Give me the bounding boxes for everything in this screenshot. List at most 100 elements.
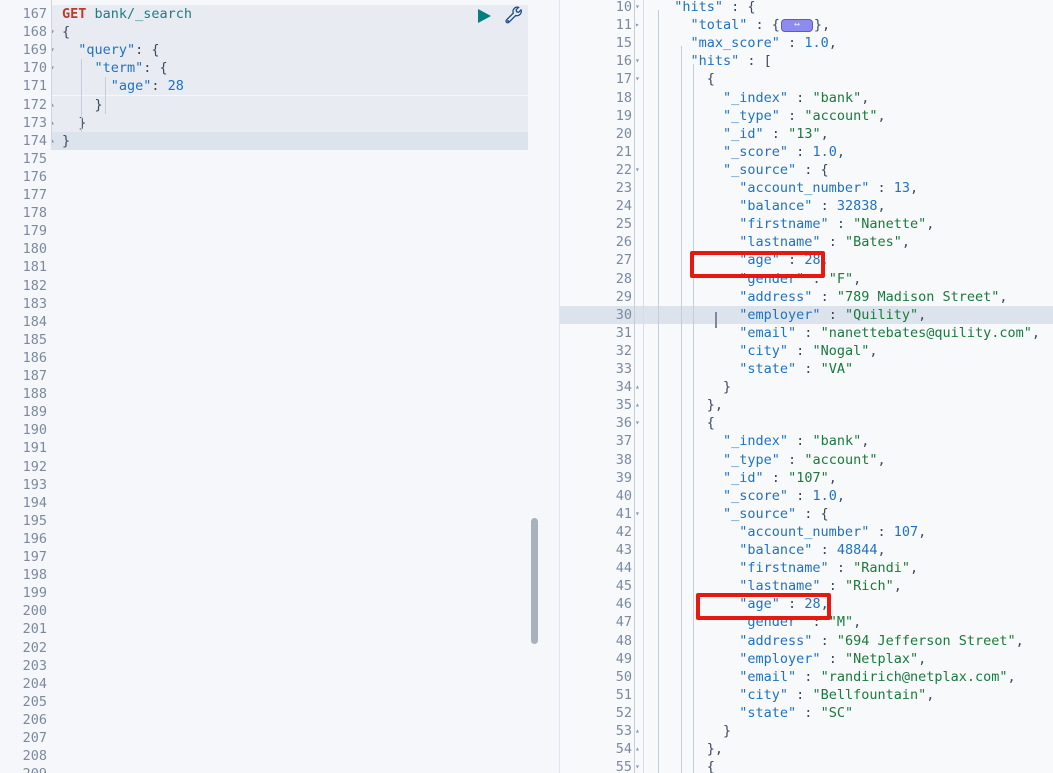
code-line-text[interactable]: "term": { <box>62 59 168 77</box>
code-line-text[interactable]: } <box>658 722 731 740</box>
play-triangle-icon[interactable] <box>474 6 494 26</box>
code-line-text[interactable]: "state" : "SC" <box>658 704 853 722</box>
code-line-text[interactable]: { <box>62 23 70 41</box>
code-line-text[interactable]: "_source" : { <box>658 505 829 523</box>
code-line-text[interactable]: "_score" : 1.0, <box>658 143 845 161</box>
code-line-text[interactable]: "_index" : "bank", <box>658 89 869 107</box>
code-line-text[interactable]: "_score" : 1.0, <box>658 487 845 505</box>
code-line-text[interactable]: "address" : "789 Madison Street", <box>658 288 1007 306</box>
code-line-text[interactable]: }, <box>658 396 723 414</box>
code-token: "max_score" <box>658 35 780 52</box>
editor-scrollbar-thumb[interactable] <box>531 518 538 644</box>
code-fold-toggle[interactable]: ▾ <box>635 414 640 432</box>
code-line-text[interactable]: GET bank/_search <box>62 5 192 23</box>
code-token: "_score" <box>658 143 789 160</box>
line-number: 24 <box>615 198 632 215</box>
response-code-area[interactable]: 10▾ "hits" : {11▸ "total" : {},15 "max_s… <box>560 0 1053 773</box>
line-number: 16 <box>615 53 632 70</box>
code-line-text[interactable]: "email" : "randirich@netplax.com", <box>658 668 1016 686</box>
code-line-text[interactable]: "account_number" : 13, <box>658 179 918 197</box>
editor-scrollbar-track[interactable] <box>528 0 542 773</box>
code-fold-toggle[interactable]: ▾ <box>635 758 640 773</box>
panel-splitter[interactable] <box>543 0 559 773</box>
code-fold-toggle[interactable]: ▴ <box>635 740 640 758</box>
code-line-text[interactable]: "gender" : "M", <box>658 613 861 631</box>
code-token: : <box>812 542 837 558</box>
code-token: "account_number" <box>658 180 870 196</box>
code-line-text[interactable]: } <box>62 114 86 132</box>
code-token: , <box>1007 668 1016 685</box>
code-line-text[interactable]: "age" : 28, <box>658 595 828 613</box>
line-number: 207 <box>22 730 47 746</box>
response-editor-panel[interactable]: 10▾ "hits" : {11▸ "total" : {},15 "max_s… <box>560 0 1053 773</box>
code-token: "Netplax" <box>844 650 919 667</box>
line-number: 28 <box>615 270 632 287</box>
code-line-text[interactable]: "total" : {}, <box>658 16 831 34</box>
code-line-text[interactable]: "employer" : "Quility", <box>658 306 926 324</box>
code-line-text[interactable]: "age" : 28, <box>658 251 828 269</box>
code-token: } <box>62 114 87 131</box>
code-fold-toggle[interactable]: ▸ <box>635 16 640 34</box>
line-number: 54 <box>615 741 632 758</box>
code-line-text[interactable]: "_index" : "bank", <box>658 432 869 450</box>
code-fold-toggle[interactable]: ▾ <box>635 505 640 523</box>
code-token: "_type" <box>658 107 780 124</box>
code-token: GET <box>62 6 95 22</box>
code-line-text[interactable]: { <box>658 758 715 773</box>
code-token: } <box>62 96 103 113</box>
code-line-text[interactable]: "state" : "VA" <box>658 360 853 378</box>
code-token: : <box>151 78 168 95</box>
code-line-text[interactable]: { <box>658 414 715 432</box>
code-token: "_source" <box>658 505 797 522</box>
code-line-text[interactable]: "address" : "694 Jefferson Street", <box>658 632 1024 650</box>
line-number: 45 <box>615 578 632 595</box>
code-token: : { <box>796 505 829 522</box>
code-line-text[interactable]: } <box>658 378 731 396</box>
code-fold-toggle[interactable]: ▾ <box>635 52 640 70</box>
code-line-text[interactable]: "max_score" : 1.0, <box>658 34 837 52</box>
code-line-text[interactable]: "gender" : "F", <box>658 270 861 288</box>
code-line-text[interactable]: "employer" : "Netplax", <box>658 650 926 668</box>
code-token: "age" <box>658 596 780 613</box>
code-line-text[interactable]: "_id" : "13", <box>658 125 829 143</box>
code-token: "term" <box>62 60 144 77</box>
code-fold-toggle[interactable]: ▴ <box>635 378 640 396</box>
code-fold-toggle[interactable]: ▴ <box>635 722 640 740</box>
code-token: }, <box>658 397 724 414</box>
code-line-text[interactable]: "firstname" : "Nanette", <box>658 215 934 233</box>
code-line-text[interactable]: }, <box>658 740 723 758</box>
collapsed-fold-widget[interactable] <box>780 17 813 33</box>
code-token: , <box>828 469 837 486</box>
code-line-text[interactable]: "query": { <box>62 41 159 59</box>
code-token: , <box>909 180 919 196</box>
code-line-text[interactable]: } <box>62 96 103 114</box>
code-fold-toggle[interactable]: ▴ <box>635 396 640 414</box>
wrench-icon[interactable] <box>504 5 524 25</box>
code-line-text[interactable]: "firstname" : "Randi", <box>658 559 918 577</box>
code-line-text[interactable]: "_source" : { <box>658 161 829 179</box>
code-fold-toggle[interactable]: ▾ <box>635 70 640 88</box>
request-editor-panel[interactable]: 167 GET bank/_search 168 ▾{169 ▾ "query": {1… <box>0 0 535 773</box>
code-token: : <box>779 252 805 269</box>
code-line-text[interactable]: "hits" : { <box>658 0 755 16</box>
code-line-text[interactable]: { <box>658 70 715 88</box>
code-line-text[interactable]: } <box>62 132 70 150</box>
code-token: "hits" <box>658 53 740 70</box>
code-line-text[interactable]: "lastname" : "Rich", <box>658 577 902 595</box>
code-fold-toggle[interactable]: ▾ <box>635 0 640 16</box>
code-line-text[interactable]: "hits" : [ <box>658 52 772 70</box>
code-token: 28 <box>804 252 821 269</box>
code-line-text[interactable]: "_id" : "107", <box>658 469 837 487</box>
code-fold-toggle[interactable]: ▾ <box>635 161 640 179</box>
code-line-text[interactable]: "city" : "Nogal", <box>658 342 877 360</box>
code-token: { <box>62 24 71 41</box>
line-number: 41 <box>615 505 632 522</box>
code-line-text[interactable]: "lastname" : "Bates", <box>658 233 910 251</box>
request-code-area[interactable]: 167 GET bank/_search 168 ▾{169 ▾ "query": {1… <box>0 0 535 773</box>
code-line-text[interactable]: "account_number" : 107, <box>658 523 926 541</box>
code-token: , <box>893 578 902 595</box>
code-line-text[interactable]: "city" : "Bellfountain", <box>658 686 934 704</box>
line-number: 10 <box>615 0 632 15</box>
code-token: "M" <box>828 614 854 631</box>
console-screen: 167 GET bank/_search 168 ▾{169 ▾ "query": {1… <box>0 0 1053 773</box>
